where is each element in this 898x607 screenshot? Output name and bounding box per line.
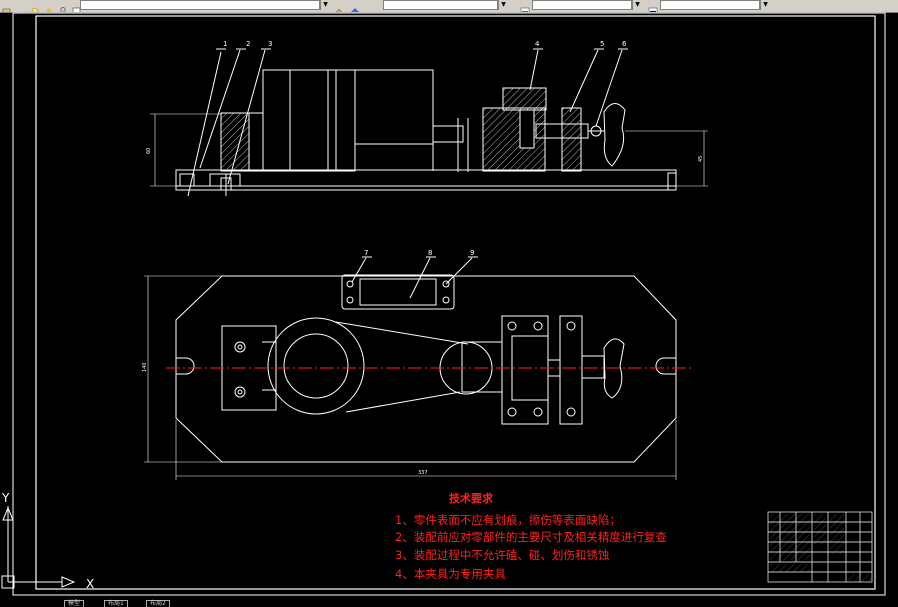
- tech-req-line-3: 3、装配过程中不允许磕、碰、划伤和锈蚀: [395, 548, 610, 562]
- part-label-5: 5: [600, 40, 604, 48]
- layer-state-icon[interactable]: [2, 1, 12, 12]
- ucs-y-label: Y: [1, 491, 10, 505]
- part-label-8: 8: [428, 249, 432, 257]
- part-label-2: 2: [246, 40, 250, 48]
- part-label-9: 9: [470, 249, 474, 257]
- part-label-3: 3: [268, 40, 272, 48]
- linetype-combo[interactable]: [532, 0, 632, 10]
- part-label-7: 7: [364, 249, 368, 257]
- lineweight-combo-dropdown[interactable]: ▼: [760, 0, 770, 10]
- layer-manager-icon[interactable]: [334, 1, 344, 12]
- front-view: [150, 48, 708, 197]
- part-label-6: 6: [622, 40, 627, 48]
- linetype-icon: [520, 1, 530, 12]
- lightbulb-icon[interactable]: [30, 1, 40, 12]
- tech-req-line-1: 1、零件表面不应有划痕，擦伤等表面缺陷；: [395, 513, 621, 527]
- title-block: [767, 511, 873, 583]
- layer-combo-dropdown[interactable]: ▼: [320, 0, 330, 10]
- dim-left-height: 60: [146, 148, 152, 154]
- sun-icon[interactable]: [44, 1, 54, 12]
- tech-req-line-4: 4、本夹具为专用夹具: [395, 567, 506, 581]
- lineweight-combo[interactable]: [660, 0, 760, 10]
- part-label-4: 4: [535, 40, 540, 48]
- tech-req-title: 技术要求: [449, 492, 493, 505]
- dim-left-width: 140: [142, 362, 148, 372]
- lineweight-icon: [648, 1, 658, 12]
- layer-previous-icon[interactable]: [350, 1, 360, 12]
- tech-req-line-2: 2、装配前应对零部件的主要尺寸及相关精度进行复查: [395, 530, 667, 544]
- outer-frame: [12, 12, 886, 596]
- dim-bottom-width: 337: [418, 470, 428, 476]
- color-combo[interactable]: [383, 0, 498, 10]
- layer-combo[interactable]: [80, 0, 320, 10]
- ucs-x-label: X: [86, 577, 94, 591]
- lock-icon[interactable]: [58, 1, 68, 12]
- dim-right-height: 45: [698, 156, 704, 162]
- linetype-combo-dropdown[interactable]: ▼: [632, 0, 642, 10]
- part-label-1: 1: [223, 40, 227, 48]
- color-combo-dropdown[interactable]: ▼: [498, 0, 508, 10]
